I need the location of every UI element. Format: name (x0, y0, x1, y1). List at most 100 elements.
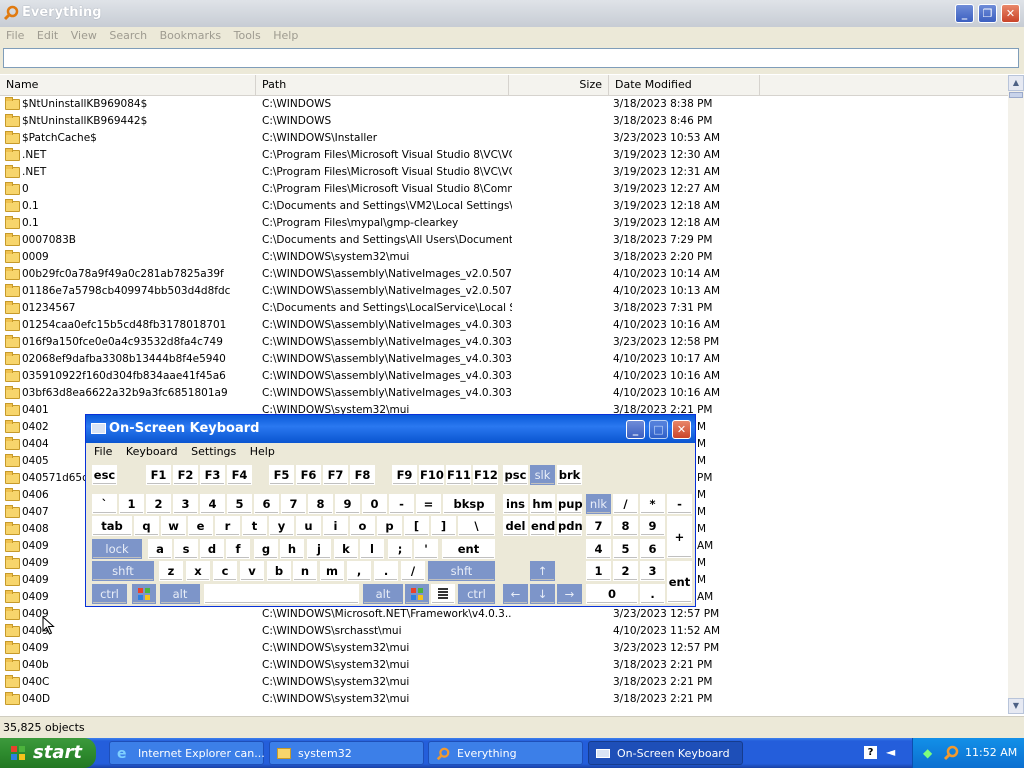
table-row[interactable]: 03bf63d8ea6622a32b9a3fc6851801a9 C:\WINDO… (0, 385, 1008, 402)
key-w[interactable]: w (161, 516, 186, 536)
table-row[interactable]: .NET C:\Program Files\Microsoft Visual St… (0, 164, 1008, 181)
key-f[interactable]: f (226, 539, 250, 559)
key-num-lock[interactable]: nlk (586, 494, 611, 514)
key-numpad-plus[interactable]: + (667, 516, 692, 558)
key-comma[interactable]: , (347, 561, 371, 581)
key-i[interactable]: i (323, 516, 348, 536)
key-numpad-0[interactable]: 0 (586, 584, 638, 604)
help-icon[interactable]: ? (864, 746, 877, 759)
key-slash[interactable]: / (401, 561, 425, 581)
key-space[interactable] (204, 584, 359, 604)
osk-menu-file[interactable]: File (94, 444, 112, 460)
key-r[interactable]: r (215, 516, 240, 536)
key-esc[interactable]: esc (92, 465, 117, 485)
maximize-button[interactable]: ❐ (978, 4, 997, 23)
key-numpad-9[interactable]: 9 (640, 516, 665, 536)
key-f11[interactable]: F11 (446, 465, 471, 485)
key-left-shift[interactable]: shft (92, 561, 154, 581)
table-row[interactable]: 0007083B C:\Documents and Settings\All Us… (0, 232, 1008, 249)
osk-menu-keyboard[interactable]: Keyboard (126, 444, 178, 460)
table-row[interactable]: 0009 C:\WINDOWS\system32\mui 3/18/2023 2:2… (0, 249, 1008, 266)
column-name[interactable]: Name (0, 75, 256, 95)
key-right-alt[interactable]: alt (363, 584, 403, 604)
key-tab[interactable]: tab (92, 516, 132, 536)
osk-minimize-button[interactable]: _ (626, 420, 645, 439)
taskbar-item-everything[interactable]: Everything (428, 741, 583, 765)
key-q[interactable]: q (134, 516, 159, 536)
network-icon[interactable]: ◆ (923, 746, 932, 760)
key-left-windows[interactable] (132, 584, 156, 604)
key-f4[interactable]: F4 (227, 465, 252, 485)
table-row[interactable]: 0409 C:\WINDOWS\Microsoft.NET\Framework\v… (0, 606, 1008, 623)
key-caps-lock[interactable]: lock (92, 539, 142, 559)
key-psc[interactable]: psc (503, 465, 528, 485)
menu-file[interactable]: File (0, 27, 24, 44)
key-d[interactable]: d (200, 539, 224, 559)
menu-edit[interactable]: Edit (31, 27, 58, 44)
key-quote[interactable]: ' (414, 539, 438, 559)
scroll-up-button[interactable]: ▲ (1008, 75, 1024, 91)
key-f9[interactable]: F9 (392, 465, 417, 485)
key-k[interactable]: k (334, 539, 358, 559)
key-9[interactable]: 9 (335, 494, 360, 514)
key-s[interactable]: s (174, 539, 198, 559)
key-arrow-right[interactable]: → (557, 584, 582, 604)
close-button[interactable]: ✕ (1001, 4, 1020, 23)
key-menu[interactable] (431, 584, 455, 604)
key-6[interactable]: 6 (254, 494, 279, 514)
vertical-scrollbar[interactable]: ▲ ▼ (1008, 75, 1024, 714)
table-row[interactable]: 02068ef9dafba3308b13444b8f4e5940 C:\WINDO… (0, 351, 1008, 368)
key-h[interactable]: h (280, 539, 304, 559)
scroll-down-button[interactable]: ▼ (1008, 698, 1024, 714)
key-f10[interactable]: F10 (419, 465, 444, 485)
key-backslash[interactable]: \ (458, 516, 495, 536)
key-y[interactable]: y (269, 516, 294, 536)
table-row[interactable]: 035910922f160d304fb834aae41f45a6 C:\WINDO… (0, 368, 1008, 385)
key-numpad-5[interactable]: 5 (613, 539, 638, 559)
taskbar-item-system32[interactable]: system32 (269, 741, 424, 765)
key-period[interactable]: . (374, 561, 398, 581)
key-z[interactable]: z (159, 561, 183, 581)
key-g[interactable]: g (254, 539, 278, 559)
key-numpad-minus[interactable]: - (667, 494, 692, 514)
key-numpad-6[interactable]: 6 (640, 539, 665, 559)
key-home[interactable]: hm (530, 494, 555, 514)
menu-help[interactable]: Help (267, 27, 298, 44)
key-2[interactable]: 2 (146, 494, 171, 514)
key-page-up[interactable]: pup (557, 494, 583, 514)
table-row[interactable]: 01234567 C:\Documents and Settings\LocalS… (0, 300, 1008, 317)
key-numpad-decimal[interactable]: . (640, 584, 665, 604)
key-enter[interactable]: ent (442, 539, 495, 559)
table-row[interactable]: 040D C:\WINDOWS\system32\mui 3/18/2023 2:2… (0, 691, 1008, 708)
key-1[interactable]: 1 (119, 494, 144, 514)
table-row[interactable]: .NET C:\Program Files\Microsoft Visual St… (0, 147, 1008, 164)
menu-view[interactable]: View (65, 27, 97, 44)
menu-bookmarks[interactable]: Bookmarks (154, 27, 221, 44)
osk-close-button[interactable]: ✕ (672, 420, 691, 439)
key-b[interactable]: b (267, 561, 291, 581)
key-numpad-8[interactable]: 8 (613, 516, 638, 536)
key-f5[interactable]: F5 (269, 465, 294, 485)
key-v[interactable]: v (240, 561, 264, 581)
key-numpad-1[interactable]: 1 (586, 561, 611, 581)
key-f12[interactable]: F12 (473, 465, 498, 485)
taskbar-item-internet-explorer[interactable]: e Internet Explorer can... (109, 741, 265, 765)
key-numpad-3[interactable]: 3 (640, 561, 665, 581)
table-row[interactable]: 01254caa0efc15b5cd48fb3178018701 C:\WINDO… (0, 317, 1008, 334)
key-n[interactable]: n (293, 561, 317, 581)
key-7[interactable]: 7 (281, 494, 306, 514)
key-slk[interactable]: slk (530, 465, 555, 485)
key-equals[interactable]: = (416, 494, 441, 514)
scroll-thumb[interactable] (1009, 92, 1023, 98)
key-numpad-enter[interactable]: ent (667, 561, 692, 603)
key-page-down[interactable]: pdn (557, 516, 583, 536)
table-row[interactable]: 040C C:\WINDOWS\system32\mui 3/18/2023 2:2… (0, 674, 1008, 691)
key-p[interactable]: p (377, 516, 402, 536)
key-5[interactable]: 5 (227, 494, 252, 514)
start-button[interactable]: start (0, 738, 96, 768)
key-f1[interactable]: F1 (146, 465, 171, 485)
key-f2[interactable]: F2 (173, 465, 198, 485)
key-numpad-7[interactable]: 7 (586, 516, 611, 536)
key-left-alt[interactable]: alt (160, 584, 200, 604)
key-delete[interactable]: del (503, 516, 528, 536)
